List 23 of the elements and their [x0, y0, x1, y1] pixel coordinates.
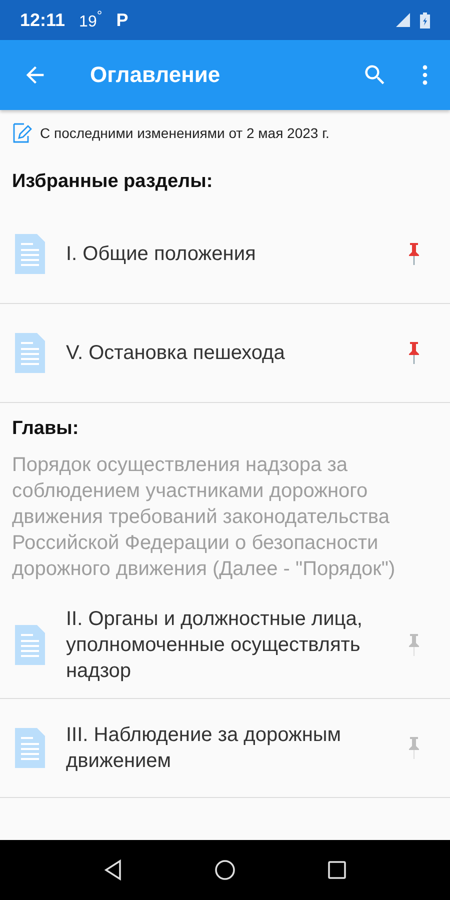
screen-title: Оглавление	[90, 62, 222, 88]
document-icon	[14, 728, 46, 768]
battery-icon	[420, 12, 430, 28]
document-icon	[14, 625, 46, 665]
section-heading: Главы:	[11, 417, 80, 441]
chapter-item[interactable]: III. Наблюдение за дорожным движением	[0, 699, 450, 798]
preamble-text: Порядок осуществления надзора за соблюдением участниками дорожного движения требований законодательства Российской Федерации о безопасности дорожного движения (Далее - "Порядок")	[11, 453, 396, 582]
edit-document-icon	[12, 122, 32, 144]
update-note: С последними изменениями от 2 мая 2023 г.	[40, 125, 330, 141]
section-item[interactable]: V. Остановка пешехода	[0, 304, 450, 403]
document-icon	[14, 333, 46, 373]
pinned-icon[interactable]	[408, 342, 420, 364]
status-temperature: 19$^{°}$	[79, 8, 102, 32]
signal-icon	[396, 13, 410, 27]
section-heading: Избранные разделы:	[11, 170, 214, 194]
notification-glyph: P	[116, 10, 128, 30]
status-time: 12:11	[20, 10, 66, 30]
section-item[interactable]: I. Общие положения	[0, 205, 450, 304]
pinned-icon[interactable]	[408, 243, 420, 265]
home-icon[interactable]	[213, 858, 237, 882]
document-icon	[14, 234, 46, 274]
chapter-item[interactable]: II. Органы и должностные лица, уполномоченные осуществлять надзор	[0, 592, 450, 699]
recents-icon[interactable]	[325, 858, 349, 882]
